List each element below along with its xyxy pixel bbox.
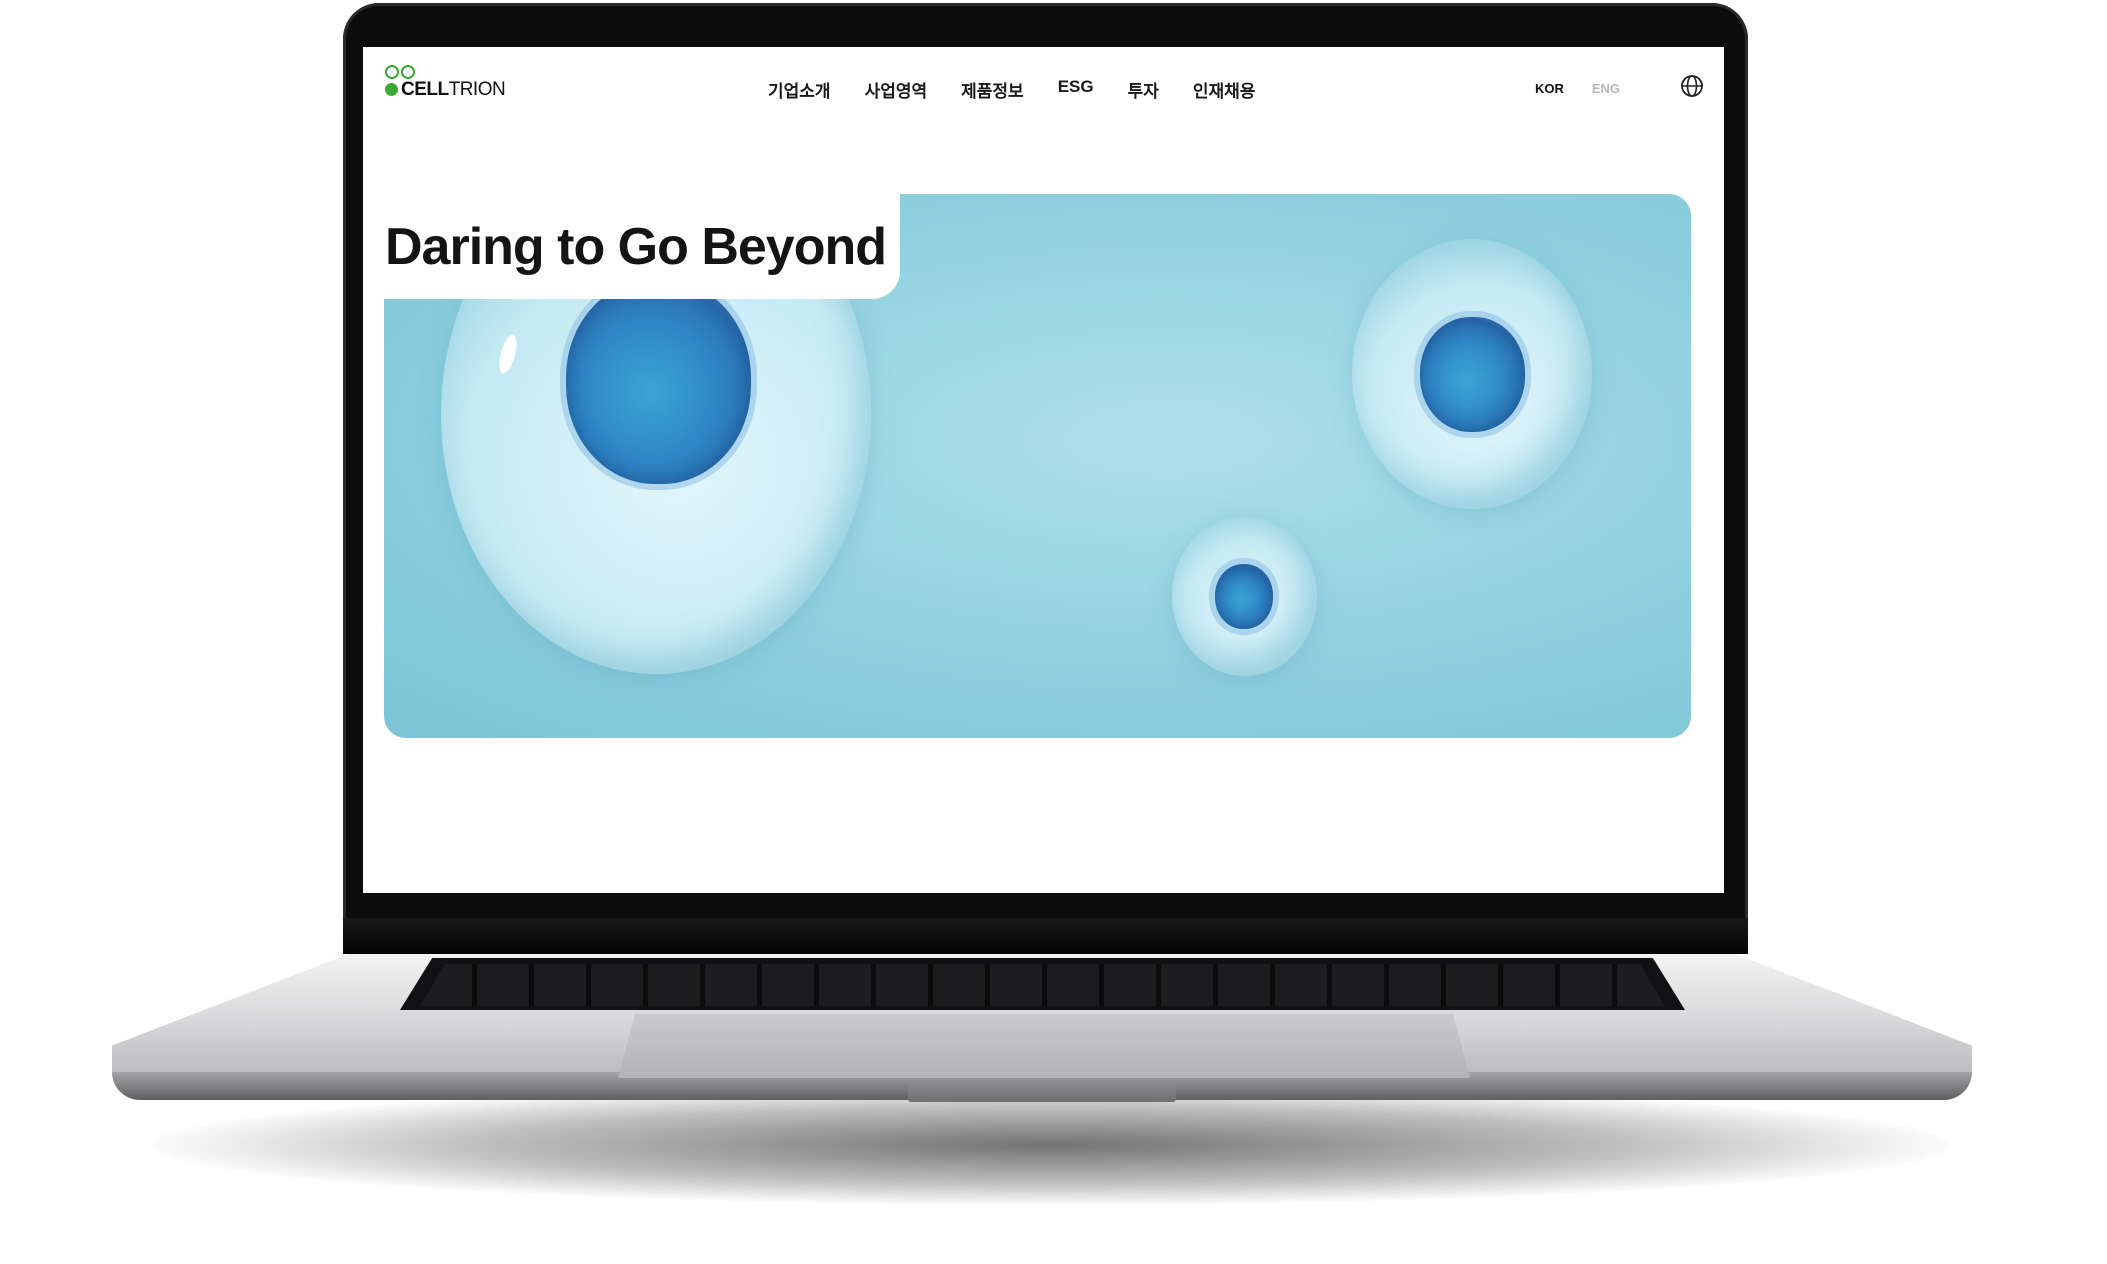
site-header: CELLTRION 기업소개 사업영역 제품정보 ESG 투자 인재채용 KOR… — [363, 47, 1724, 131]
logo-regular-text: TRION — [448, 79, 506, 100]
cell-small — [1172, 516, 1317, 676]
main-nav: 기업소개 사업영역 제품정보 ESG 투자 인재채용 — [768, 77, 1255, 102]
hero-section: Daring to Go Beyond — [363, 147, 1691, 738]
logo-wordmark: CELLTRION — [401, 79, 506, 101]
nav-item-business[interactable]: 사업영역 — [865, 77, 928, 102]
globe-icon[interactable] — [1680, 74, 1704, 98]
hero-title: Daring to Go Beyond — [385, 218, 887, 276]
nav-item-products[interactable]: 제품정보 — [961, 77, 1024, 102]
logo-mark — [385, 65, 415, 79]
laptop-hinge — [343, 918, 1748, 954]
laptop-keys — [420, 964, 1665, 1006]
hero-title-tab: Daring to Go Beyond — [363, 147, 900, 299]
logo-bold-text: CELL — [401, 79, 449, 100]
laptop-shadow — [150, 1085, 1950, 1205]
nav-item-esg[interactable]: ESG — [1058, 77, 1094, 102]
laptop-lid-notch — [908, 1082, 1176, 1102]
lang-eng-link[interactable]: ENG — [1592, 81, 1620, 96]
lang-kor-link[interactable]: KOR — [1535, 81, 1564, 96]
language-switcher: KOR ENG — [1535, 81, 1620, 96]
browser-screen: CELLTRION 기업소개 사업영역 제품정보 ESG 투자 인재채용 KOR… — [363, 47, 1724, 893]
laptop-trackpad — [618, 1014, 1470, 1078]
nav-item-company[interactable]: 기업소개 — [768, 77, 831, 102]
celltrion-logo[interactable]: CELLTRION — [385, 65, 525, 113]
nav-item-careers[interactable]: 인재채용 — [1193, 77, 1256, 102]
nav-item-investment[interactable]: 투자 — [1128, 77, 1159, 102]
cell-medium — [1352, 239, 1592, 509]
